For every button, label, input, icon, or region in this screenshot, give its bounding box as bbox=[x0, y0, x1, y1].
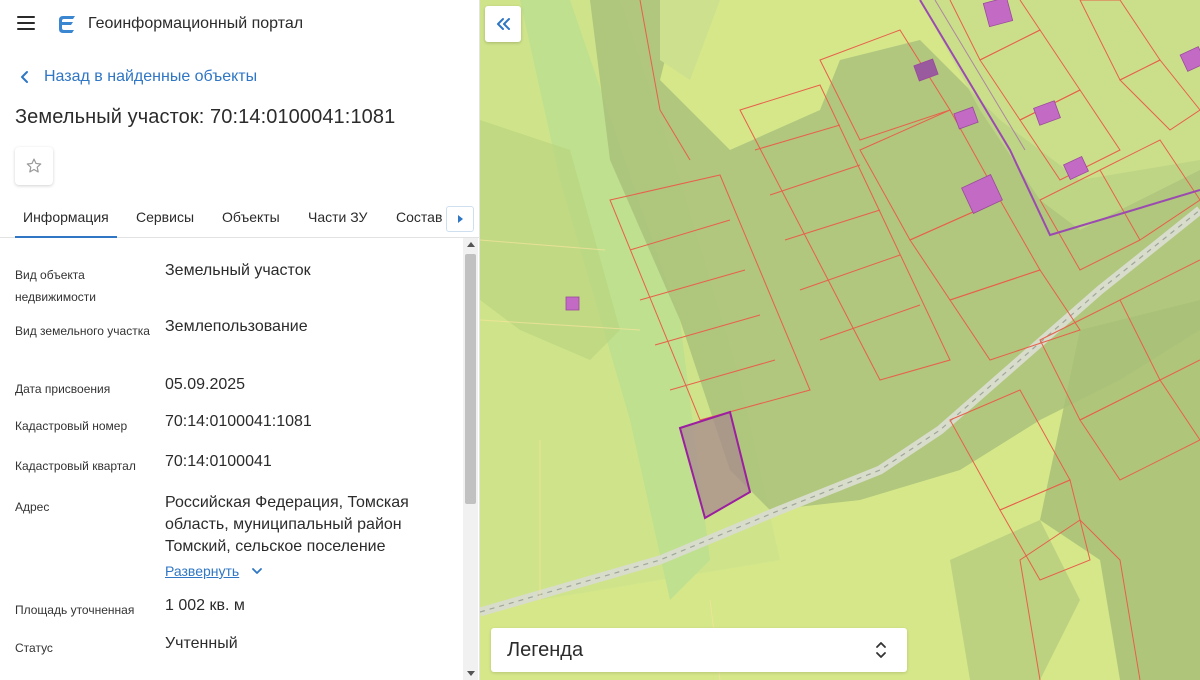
triangle-right-icon bbox=[458, 215, 463, 223]
chevron-up-down-icon bbox=[876, 642, 886, 658]
info-label: Площадь уточненная bbox=[15, 603, 135, 617]
info-value: 1 002 кв. м bbox=[165, 597, 245, 614]
info-panel: Геоинформационный портал Назад в найденн… bbox=[0, 0, 480, 680]
tabs-scroll-right-button[interactable] bbox=[446, 206, 474, 232]
app-title: Геоинформационный портал bbox=[88, 15, 304, 32]
info-value: Земельный участок bbox=[165, 262, 311, 279]
tab-information[interactable]: Информация bbox=[15, 198, 117, 238]
chevron-left-icon bbox=[21, 71, 28, 83]
scroll-up-arrow[interactable] bbox=[467, 242, 475, 247]
tab-bar: Информация Сервисы Объекты Части ЗУ Сост… bbox=[0, 198, 479, 238]
double-chevron-left-icon bbox=[497, 18, 510, 30]
expand-label: Развернуть bbox=[165, 563, 240, 579]
info-value: 70:14:0100041:1081 bbox=[165, 413, 312, 430]
info-label: Вид земельного участка bbox=[15, 324, 150, 338]
map-view[interactable] bbox=[480, 0, 1200, 680]
top-bar: Геоинформационный портал bbox=[0, 0, 479, 48]
info-label: Дата присвоения bbox=[15, 382, 111, 396]
info-list: Вид объекта недвижимости Земельный участ… bbox=[0, 238, 462, 680]
info-value: 05.09.2025 bbox=[165, 376, 246, 393]
portal-logo-icon bbox=[59, 16, 75, 33]
info-label: Статус bbox=[15, 641, 53, 655]
star-icon bbox=[26, 158, 42, 173]
chevron-down-icon bbox=[252, 568, 263, 574]
tab-composition[interactable]: Состав bbox=[396, 198, 442, 238]
hamburger-icon[interactable] bbox=[17, 15, 37, 31]
legend-dropdown[interactable]: Легенда bbox=[491, 628, 907, 672]
info-label: Вид объекта недвижимости bbox=[15, 268, 96, 304]
address-value: Российская Федерация, Томская область, м… bbox=[165, 494, 409, 555]
map-canvas[interactable] bbox=[480, 0, 1200, 680]
info-label: Адрес bbox=[15, 500, 50, 514]
legend-label: Легенда bbox=[507, 639, 584, 661]
info-value: Землепользование bbox=[165, 318, 308, 335]
tab-parts[interactable]: Части ЗУ bbox=[308, 198, 367, 238]
info-label: Кадастровый квартал bbox=[15, 459, 136, 473]
info-label: Кадастровый номер bbox=[15, 419, 128, 433]
info-value: Учтенный bbox=[165, 635, 238, 652]
info-value: 70:14:0100041 bbox=[165, 453, 272, 470]
back-link[interactable]: Назад в найденные объекты bbox=[18, 68, 257, 86]
scroll-down-arrow[interactable] bbox=[467, 671, 475, 676]
favorite-button[interactable] bbox=[15, 147, 53, 185]
expand-address-link[interactable]: Развернуть bbox=[165, 563, 263, 579]
collapse-panel-button[interactable] bbox=[485, 6, 521, 42]
scrollbar[interactable] bbox=[463, 238, 478, 680]
page-title: Земельный участок: 70:14:0100041:1081 bbox=[15, 106, 396, 128]
back-link-label: Назад в найденные объекты bbox=[44, 68, 258, 85]
tab-objects[interactable]: Объекты bbox=[222, 198, 280, 238]
tab-services[interactable]: Сервисы bbox=[136, 198, 194, 238]
scroll-thumb[interactable] bbox=[465, 254, 476, 504]
app-root: Геоинформационный портал Назад в найденн… bbox=[0, 0, 1200, 680]
